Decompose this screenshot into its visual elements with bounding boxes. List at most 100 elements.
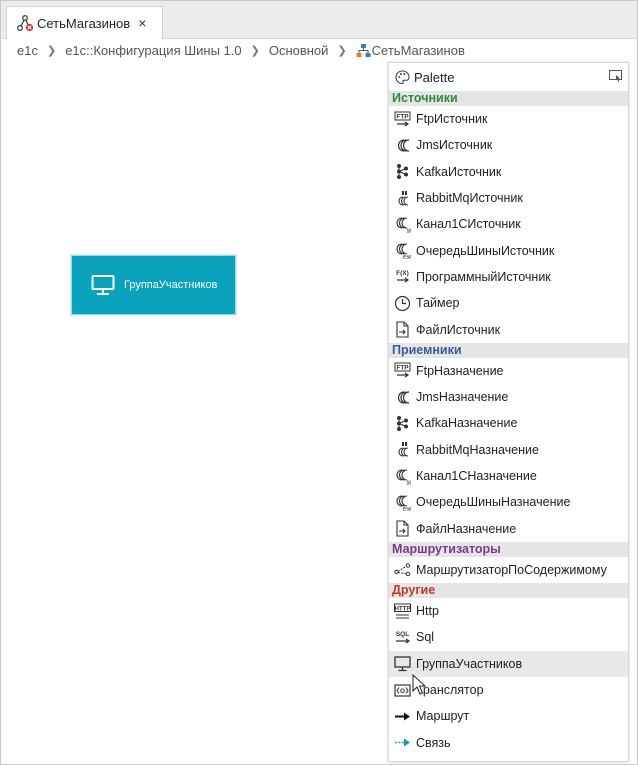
esb-queue-icon: ESB: [394, 494, 411, 511]
palette-item-kafkaисточник[interactable]: KafkaИсточник: [389, 159, 628, 185]
router-icon: [394, 561, 411, 578]
chevron-right-icon: ❯: [46, 44, 57, 57]
palette-item-очередьшиныназначение[interactable]: ESB ОчередьШиныНазначение: [389, 489, 628, 515]
function-icon: F(X): [394, 268, 411, 285]
svg-text:F(X): F(X): [396, 270, 409, 277]
palette-item-label: ФайлИсточник: [416, 322, 501, 337]
ftp-icon: FTP: [394, 362, 411, 379]
palette-item-label: ПрограммныйИсточник: [416, 269, 551, 284]
file-icon: [394, 321, 411, 338]
palette-body: Источники FTP FtpИсточник JmsИсточник KafkaИ…: [389, 91, 628, 756]
palette-item-label: FtpНазначение: [416, 363, 504, 378]
palette-item-label: ОчередьШиныНазначение: [416, 495, 571, 510]
tab-set-magazinov[interactable]: СетьМагазинов ×: [6, 6, 163, 39]
svg-text:1C: 1C: [407, 228, 412, 233]
channel-1c-icon: 1C: [394, 216, 411, 233]
monitor-icon: [91, 274, 115, 296]
svg-text:ESB: ESB: [403, 506, 411, 511]
svg-text:FTP: FTP: [396, 113, 409, 120]
clock-icon: [394, 295, 411, 312]
palette-item-jmsназначение[interactable]: JmsНазначение: [389, 384, 628, 410]
tab-label: СетьМагазинов: [37, 15, 131, 31]
file-icon: [394, 520, 411, 537]
palette-item-http[interactable]: HTTP Http: [389, 598, 628, 624]
palette-item-label: Sql: [416, 630, 435, 645]
svg-text:SQL: SQL: [396, 631, 409, 638]
chevron-right-icon: ❯: [337, 44, 347, 57]
palette-item-label: Маршрут: [416, 709, 470, 724]
translator-icon: O: [394, 682, 411, 699]
palette-item-ftpназначение[interactable]: FTP FtpНазначение: [389, 358, 628, 384]
svg-text:HTTP: HTTP: [395, 606, 411, 612]
tab-bar: СетьМагазинов ×: [1, 1, 637, 39]
palette-item-канал1сназначение[interactable]: 1C Канал1СНазначение: [389, 463, 628, 489]
palette-icon: [395, 69, 410, 85]
http-icon: HTTP: [394, 603, 411, 620]
palette-item-label: KafkaИсточник: [416, 164, 502, 179]
palette-item-kafkaназначение[interactable]: KafkaНазначение: [389, 410, 628, 436]
palette-item-label: FtpИсточник: [416, 112, 488, 127]
link-arrow-icon: [394, 734, 411, 751]
kafka-icon: [394, 415, 411, 432]
palette-item-label: Http: [416, 604, 439, 619]
palette-item-label: KafkaНазначение: [416, 416, 518, 431]
palette-item-label: Канал1СНазначение: [416, 469, 537, 483]
breadcrumb-item-current[interactable]: СетьМагазинов: [372, 43, 465, 58]
palette-section-header[interactable]: Приемники: [389, 342, 628, 358]
collapse-palette-icon[interactable]: [609, 69, 623, 83]
palette-item-маршрутизаторпосодержимому[interactable]: МаршрутизаторПоСодержимому: [389, 557, 628, 583]
jms-icon: [394, 137, 411, 154]
palette-item-файлисточник[interactable]: ФайлИсточник: [389, 316, 628, 342]
palette-item-таймер[interactable]: Таймер: [389, 290, 628, 316]
palette-item-группаучастников[interactable]: ГруппаУчастников: [389, 650, 628, 677]
svg-text:O: O: [400, 688, 405, 695]
breadcrumb: e1c ❯ e1c::Конфигурация Шины 1.0 ❯ Основ…: [17, 41, 465, 59]
palette-item-программныйисточник[interactable]: F(X) ПрограммныйИсточник: [389, 264, 628, 290]
palette-header: Palette: [389, 63, 628, 91]
palette-section-header[interactable]: Источники: [389, 91, 628, 106]
palette-item-rabbitmqназначение[interactable]: RabbitMqНазначение: [389, 437, 628, 463]
palette-item-rabbitmqисточник[interactable]: RabbitMqИсточник: [389, 185, 628, 211]
palette-item-jmsисточник[interactable]: JmsИсточник: [389, 132, 628, 158]
palette-item-label: ГруппаУчастников: [416, 656, 523, 671]
network-diagram-icon: [16, 14, 34, 32]
palette-item-файлназначение[interactable]: ФайлНазначение: [389, 515, 628, 541]
esb-queue-icon: ESB: [394, 242, 411, 259]
palette-section-header[interactable]: Другие: [389, 583, 628, 599]
rabbitmq-icon: [394, 190, 411, 207]
channel-1c-icon: 1C: [394, 468, 411, 485]
palette-item-label: RabbitMqНазначение: [416, 442, 539, 457]
svg-text:ESB: ESB: [403, 255, 411, 260]
palette-item-label: JmsНазначение: [416, 390, 509, 405]
monitor-icon: [394, 655, 411, 672]
palette-item-label: ФайлНазначение: [416, 521, 517, 536]
palette-item-label: Связь: [416, 735, 451, 750]
palette-item-label: JmsИсточник: [416, 138, 493, 153]
jms-icon: [394, 389, 411, 406]
palette-item-label: ОчередьШиныИсточник: [416, 243, 555, 258]
palette-section-header[interactable]: Маршрутизаторы: [389, 541, 628, 557]
rabbitmq-icon: [394, 441, 411, 458]
palette-item-транслятор[interactable]: O Транслятор: [389, 677, 628, 703]
svg-text:FTP: FTP: [396, 365, 409, 372]
palette-item-label: МаршрутизаторПоСодержимому: [416, 562, 607, 577]
ftp-icon: FTP: [394, 111, 411, 128]
palette-title: Palette: [414, 69, 455, 85]
palette-item-маршрут[interactable]: Маршрут: [389, 703, 628, 729]
route-arrow-icon: [394, 708, 411, 725]
svg-text:1C: 1C: [407, 480, 412, 485]
breadcrumb-item-main[interactable]: Основной: [269, 43, 329, 58]
palette-item-канал1систочник[interactable]: 1C Канал1СИсточник: [389, 211, 628, 237]
palette-item-ftpисточник[interactable]: FTP FtpИсточник: [389, 106, 628, 132]
hierarchy-icon: [356, 43, 371, 58]
participant-group-node[interactable]: ГруппаУчастников: [70, 254, 237, 316]
breadcrumb-item-e1c[interactable]: e1c: [17, 43, 38, 58]
chevron-right-icon: ❯: [250, 44, 260, 57]
palette-item-связь[interactable]: Связь: [389, 730, 628, 756]
palette-item-очередьшиныисточник[interactable]: ESB ОчередьШиныИсточник: [389, 237, 628, 263]
breadcrumb-item-configuration[interactable]: e1c::Конфигурация Шины 1.0: [65, 43, 241, 58]
close-icon[interactable]: ×: [138, 15, 146, 31]
node-label: ГруппаУчастников: [124, 279, 218, 291]
palette-item-sql[interactable]: SQL Sql: [389, 624, 628, 650]
sql-icon: SQL: [394, 629, 411, 646]
